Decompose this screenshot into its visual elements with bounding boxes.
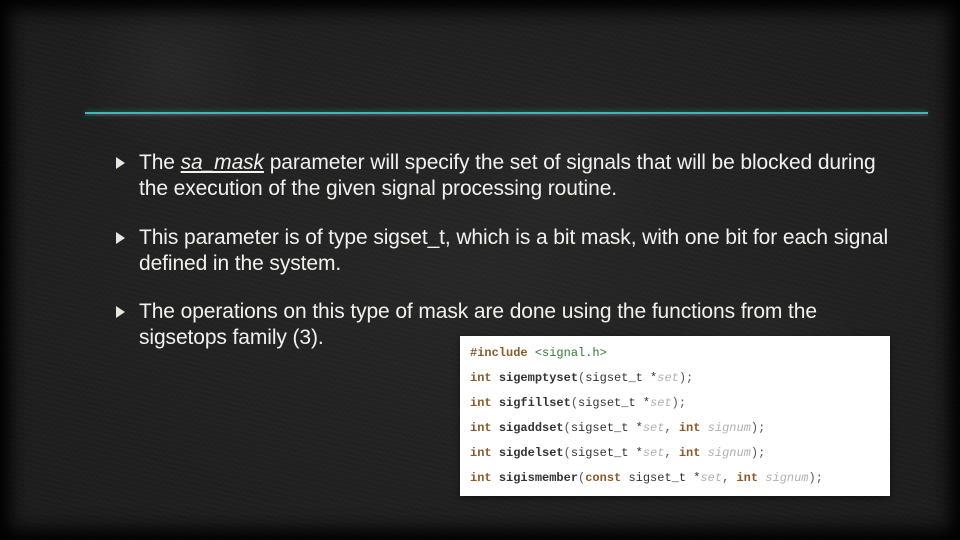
- code-fn-lines: int sigemptyset(sigset_t *set);int sigfi…: [470, 369, 880, 488]
- divider-line: [85, 112, 928, 114]
- token-fn-name: sigismember: [499, 471, 578, 485]
- code-line: int sigemptyset(sigset_t *set);: [470, 369, 880, 394]
- keyword-sa-mask: sa_mask: [181, 151, 264, 174]
- token-arg-name: set: [657, 371, 679, 385]
- chalkboard-background: The sa_mask parameter will specify the s…: [0, 0, 960, 540]
- token-arg-type: sigset_t *: [585, 371, 657, 385]
- token-preprocessor: #include: [470, 346, 528, 360]
- token-comma: ,: [664, 446, 678, 460]
- bullet-marker-icon: [115, 232, 125, 278]
- token-comma: ,: [722, 471, 736, 485]
- bullet-marker-icon: [115, 157, 125, 203]
- token-arg-type: int: [679, 446, 708, 460]
- code-line: int sigdelset(sigset_t *set, int signum)…: [470, 444, 880, 469]
- token-arg-type: sigset_t *: [571, 446, 643, 460]
- token-fn-name: sigfillset: [499, 396, 571, 410]
- token-paren: (: [564, 446, 571, 460]
- token-paren: );: [751, 446, 765, 460]
- token-arg-type: sigset_t *: [578, 396, 650, 410]
- token-fn-name: sigdelset: [499, 446, 564, 460]
- token-paren: );: [751, 421, 765, 435]
- token-const: const: [585, 471, 628, 485]
- token-arg-type: int: [736, 471, 765, 485]
- token-fn-name: sigemptyset: [499, 371, 578, 385]
- code-line: int sigaddset(sigset_t *set, int signum)…: [470, 419, 880, 444]
- token-arg-name: set: [700, 471, 722, 485]
- token-paren: (: [571, 396, 578, 410]
- token-return-type: int: [470, 421, 492, 435]
- token-paren: );: [809, 471, 823, 485]
- token-return-type: int: [470, 471, 492, 485]
- token-return-type: int: [470, 396, 492, 410]
- bullet-item: This parameter is of type sigset_t, whic…: [115, 225, 890, 278]
- token-return-type: int: [470, 446, 492, 460]
- bullet-item: The sa_mask parameter will specify the s…: [115, 150, 890, 203]
- code-line: int sigismember(const sigset_t *set, int…: [470, 469, 880, 488]
- token-arg-type: int: [679, 421, 708, 435]
- token-paren: (: [564, 421, 571, 435]
- token-fn-name: sigaddset: [499, 421, 564, 435]
- bullet-text-pre: The: [139, 151, 181, 174]
- token-return-type: int: [470, 371, 492, 385]
- bullet-text: The sa_mask parameter will specify the s…: [139, 150, 890, 203]
- token-paren: );: [679, 371, 693, 385]
- token-arg-name: signum: [708, 446, 751, 460]
- token-arg-type: sigset_t *: [571, 421, 643, 435]
- bullet-text-post: This parameter is of type sigset_t, whic…: [139, 226, 888, 275]
- bullet-text: This parameter is of type sigset_t, whic…: [139, 225, 890, 278]
- token-include-header: <signal.h>: [535, 346, 607, 360]
- code-snippet-card: #include <signal.h> int sigemptyset(sigs…: [460, 336, 890, 496]
- token-arg-name: set: [643, 421, 665, 435]
- token-paren: );: [672, 396, 686, 410]
- code-line: int sigfillset(sigset_t *set);: [470, 394, 880, 419]
- token-arg-type: sigset_t *: [628, 471, 700, 485]
- token-arg-name: set: [643, 446, 665, 460]
- token-arg-name: set: [650, 396, 672, 410]
- code-line-include: #include <signal.h>: [470, 344, 880, 369]
- token-arg-name: signum: [708, 421, 751, 435]
- token-comma: ,: [664, 421, 678, 435]
- bullet-marker-icon: [115, 306, 125, 352]
- token-arg-name: signum: [765, 471, 808, 485]
